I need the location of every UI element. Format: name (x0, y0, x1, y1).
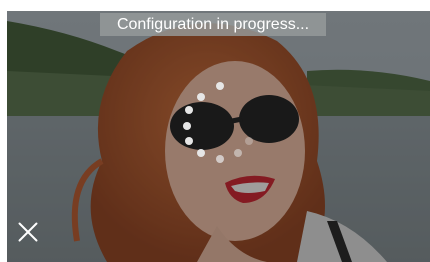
spinner-dot (234, 149, 242, 157)
spinner-dot (245, 137, 253, 145)
spinner-dot (197, 93, 205, 101)
loading-spinner-icon (162, 81, 253, 171)
close-icon[interactable] (17, 221, 39, 243)
spinner-dot (216, 155, 224, 163)
spinner-dot (183, 122, 191, 130)
configuration-window: Configuration in progress... (0, 0, 430, 262)
spinner-dot (197, 149, 205, 157)
spinner-dot (216, 82, 224, 90)
spinner-dot (185, 106, 193, 114)
spinner-dot (185, 137, 193, 145)
status-banner: Configuration in progress... (100, 13, 326, 36)
